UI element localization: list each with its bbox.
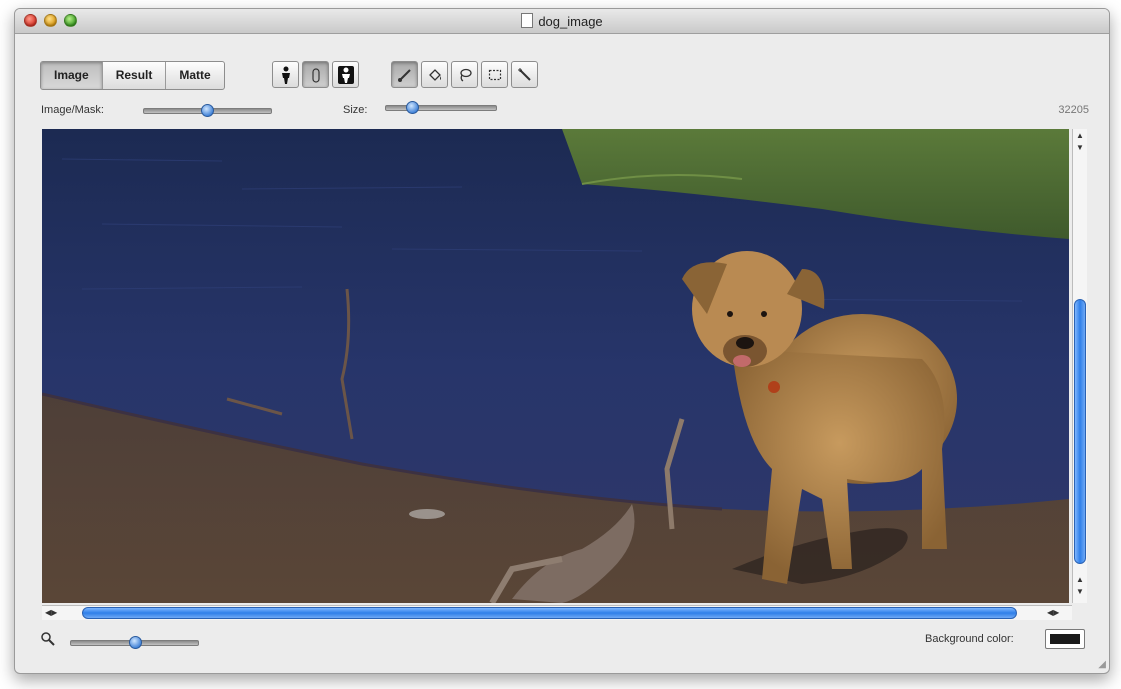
zoom-slider[interactable]: [70, 636, 199, 649]
scroll-up-arrow-top-icon[interactable]: ▲: [1076, 131, 1084, 140]
figure-tools: [272, 61, 359, 88]
app-window: dog_image Image Result Matte Image/Mask:…: [14, 8, 1110, 674]
window-title: dog_image: [538, 14, 603, 29]
size-slider-knob[interactable]: [406, 101, 419, 114]
tab-matte[interactable]: Matte: [166, 62, 223, 89]
person-solid-icon[interactable]: [272, 61, 299, 88]
zoom-slider-knob[interactable]: [129, 636, 142, 649]
magic-wand-icon[interactable]: [511, 61, 538, 88]
selection-tools: [391, 61, 538, 88]
magnifier-icon: [40, 631, 56, 652]
view-mode-control: Image Result Matte: [40, 61, 225, 90]
image-mask-label: Image/Mask:: [41, 104, 104, 116]
resize-grip-icon[interactable]: ◢: [1098, 659, 1106, 670]
bucket-icon[interactable]: [421, 61, 448, 88]
vertical-scroll-thumb[interactable]: [1074, 299, 1086, 564]
scroll-down-arrow-top-icon[interactable]: ▼: [1076, 143, 1084, 152]
lasso-icon[interactable]: [451, 61, 478, 88]
title-bar[interactable]: dog_image: [15, 9, 1109, 34]
brush-icon[interactable]: [391, 61, 418, 88]
document-icon: [521, 13, 534, 28]
scroll-down-arrow-icon[interactable]: ▼: [1076, 587, 1084, 596]
size-slider[interactable]: [385, 101, 497, 114]
marquee-icon[interactable]: [481, 61, 508, 88]
scroll-up-arrow-icon[interactable]: ▲: [1076, 575, 1084, 584]
background-color-swatch: [1050, 634, 1080, 644]
background-color-well[interactable]: [1045, 629, 1085, 649]
pixel-counter: 32205: [1058, 104, 1089, 116]
scroll-left-arrow-start-icon[interactable]: ◀▶: [45, 608, 57, 617]
horizontal-scrollbar[interactable]: ◀▶ ◀▶: [42, 605, 1072, 620]
tab-result[interactable]: Result: [103, 62, 167, 89]
background-color-label: Background color:: [925, 633, 1014, 645]
horizontal-scroll-thumb[interactable]: [82, 607, 1017, 619]
image-mask-slider[interactable]: [143, 104, 272, 117]
size-label: Size:: [343, 104, 368, 116]
image-mask-slider-knob[interactable]: [201, 104, 214, 117]
window-title-area: dog_image: [15, 13, 1109, 29]
vertical-scrollbar[interactable]: ▲ ▼ ▲ ▼: [1072, 129, 1087, 603]
tab-image[interactable]: Image: [41, 62, 103, 89]
dog-photo: [42, 129, 1069, 603]
person-outline-icon[interactable]: [302, 61, 329, 88]
image-canvas[interactable]: [42, 129, 1069, 603]
scroll-left-right-arrows-icon[interactable]: ◀▶: [1047, 608, 1059, 617]
person-inverted-icon[interactable]: [332, 61, 359, 88]
